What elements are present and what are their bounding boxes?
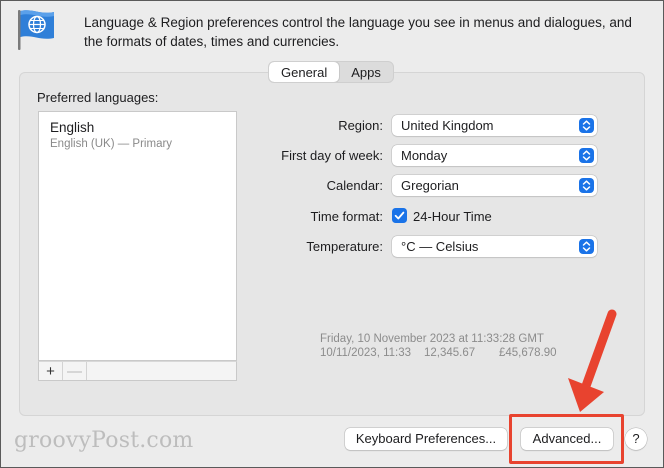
- chevron-up-down-icon: [579, 118, 594, 133]
- watermark: groovyPost.com: [14, 428, 194, 453]
- language-list-controls: + —: [38, 361, 237, 381]
- format-sample: Friday, 10 November 2023 at 11:33:28 GMT…: [320, 332, 580, 360]
- first-day-popup[interactable]: Monday: [392, 145, 597, 166]
- region-row: Region: United Kingdom: [250, 115, 600, 137]
- add-language-button[interactable]: +: [39, 362, 63, 380]
- tab-bar: General Apps: [268, 61, 394, 83]
- temperature-popup[interactable]: °C — Celsius: [392, 236, 597, 257]
- header-description: Language & Region preferences control th…: [84, 15, 632, 49]
- remove-language-button[interactable]: —: [63, 362, 87, 380]
- sample-currency: £45,678.90: [499, 347, 557, 359]
- help-button[interactable]: ?: [625, 428, 647, 450]
- 24-hour-label[interactable]: 24-Hour Time: [413, 209, 492, 224]
- first-day-value: Monday: [401, 148, 448, 163]
- checkmark-icon: [394, 211, 405, 220]
- sample-line-two: 10/11/2023, 11:33 12,345.67 £45,678.90: [320, 346, 580, 360]
- highlight-box: [509, 414, 624, 464]
- preferred-languages-label: Preferred languages:: [37, 90, 159, 105]
- globe-flag-icon: [14, 8, 68, 52]
- temperature-value: °C — Celsius: [401, 239, 479, 254]
- 24-hour-checkbox[interactable]: [392, 208, 407, 223]
- time-format-row: Time format: 24-Hour Time: [250, 206, 600, 228]
- temperature-label: Temperature:: [306, 239, 383, 254]
- language-item-detail: English (UK) — Primary: [50, 138, 173, 150]
- tab-general[interactable]: General: [269, 62, 340, 82]
- chevron-up-down-icon: [579, 178, 594, 193]
- chevron-up-down-icon: [579, 148, 594, 163]
- region-value: United Kingdom: [401, 118, 494, 133]
- sample-date-long: Friday, 10 November 2023 at 11:33:28 GMT: [320, 333, 544, 345]
- header: Language & Region preferences control th…: [14, 8, 650, 52]
- region-label: Region:: [338, 118, 383, 133]
- calendar-label: Calendar:: [326, 178, 383, 193]
- keyboard-preferences-button[interactable]: Keyboard Preferences...: [345, 428, 507, 450]
- sample-number: 12,345.67: [424, 347, 476, 359]
- first-day-row: First day of week: Monday: [250, 145, 600, 167]
- first-day-label: First day of week:: [281, 148, 383, 163]
- red-arrow-icon: [560, 308, 626, 421]
- temperature-row: Temperature: °C — Celsius: [250, 236, 600, 258]
- tab-apps[interactable]: Apps: [339, 62, 393, 82]
- calendar-value: Gregorian: [401, 178, 459, 193]
- calendar-popup[interactable]: Gregorian: [392, 175, 597, 196]
- time-format-label: Time format:: [310, 209, 383, 224]
- language-list[interactable]: English English (UK) — Primary: [38, 111, 237, 361]
- language-item-name[interactable]: English: [50, 120, 94, 135]
- sample-date-short: 10/11/2023, 11:33: [320, 347, 412, 359]
- calendar-row: Calendar: Gregorian: [250, 175, 600, 197]
- region-popup[interactable]: United Kingdom: [392, 115, 597, 136]
- chevron-up-down-icon: [579, 239, 594, 254]
